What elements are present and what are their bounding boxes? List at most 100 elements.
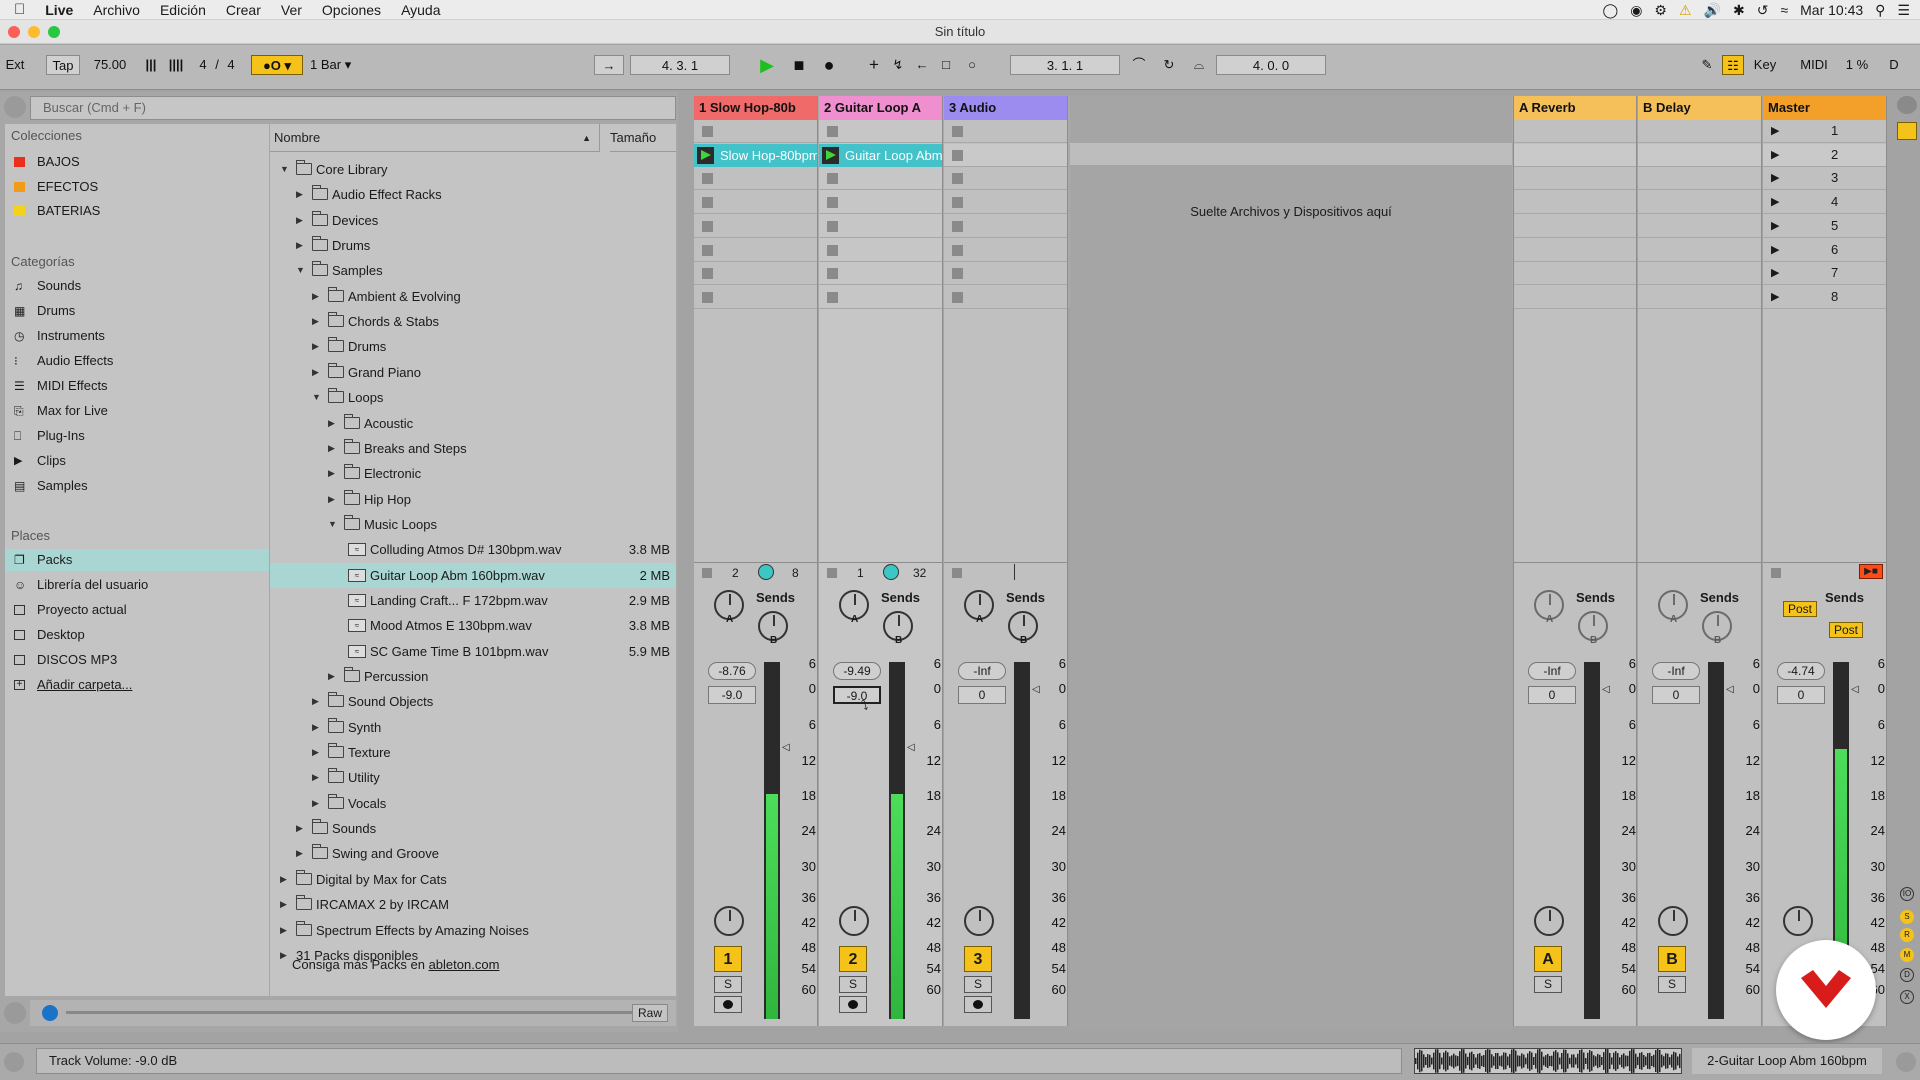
fader-handle-icon[interactable]: ◁	[907, 742, 915, 753]
clip-slot[interactable]	[1638, 120, 1761, 143]
scene-play-icon[interactable]: ▶	[1771, 290, 1779, 303]
return-b-solo-button[interactable]: S	[1658, 976, 1686, 993]
return-b-header[interactable]: B Delay	[1638, 96, 1761, 120]
clip-slot[interactable]	[1514, 215, 1636, 238]
track-1-arm-button[interactable]	[714, 996, 742, 1013]
clip-slot[interactable]	[1514, 191, 1636, 215]
list-icon[interactable]: ☰	[1897, 2, 1910, 19]
track-1-pan-knob[interactable]	[714, 906, 744, 936]
tree-row[interactable]: ▶ Digital by Max for Cats	[270, 867, 676, 892]
file-row[interactable]: ≈ Landing Craft... F 172bpm.wav 2.9 MB	[270, 588, 676, 613]
clip-slot[interactable]	[1638, 191, 1761, 215]
tree-row[interactable]: ▶ Texture	[270, 740, 676, 765]
tree-row[interactable]: ▶ Drums	[270, 334, 676, 359]
clip-slot[interactable]	[694, 120, 817, 143]
scene-launch[interactable]: ▶ 5	[1763, 215, 1886, 238]
computer-midi-keyboard-icon[interactable]: ☷	[1722, 55, 1744, 75]
track-2-activator[interactable]: 2	[839, 946, 867, 972]
menu-edicion[interactable]: Edición	[150, 0, 216, 20]
warning-icon[interactable]: ⚠	[1679, 2, 1692, 19]
key-map-button[interactable]: Key	[1750, 55, 1780, 75]
preview-toggle-icon[interactable]	[4, 1002, 26, 1024]
category-sounds[interactable]: ♫ Sounds	[5, 275, 269, 297]
track-3-header[interactable]: 3 Audio	[944, 96, 1067, 120]
clip-slot[interactable]	[819, 191, 942, 215]
quantize-select[interactable]: 1 Bar ▾	[308, 55, 364, 75]
drop-area[interactable]: Suelte Archivos y Dispositivos aquí	[1070, 96, 1512, 1031]
scene-launch[interactable]: ▶ 2	[1763, 143, 1886, 167]
file-row[interactable]: ≈ Mood Atmos E 130bpm.wav 3.8 MB	[270, 613, 676, 638]
track-1-send-a-knob[interactable]: A	[714, 590, 744, 625]
ableton-link[interactable]: ableton.com	[429, 957, 500, 972]
clip-slot[interactable]	[694, 286, 817, 309]
tree-row[interactable]: ▼ Loops	[270, 385, 676, 410]
clip-slot[interactable]	[694, 215, 817, 238]
preview-headphone-icon[interactable]	[42, 1005, 58, 1021]
scene-play-icon[interactable]: ▶	[1771, 148, 1779, 161]
category-plug-ins[interactable]: ⎕ Plug-Ins	[5, 425, 269, 447]
clip-slot[interactable]	[694, 167, 817, 191]
disclosure-open-icon[interactable]: ▼	[280, 157, 289, 182]
clip-slot[interactable]	[1514, 239, 1636, 262]
master-pan-knob[interactable]	[1783, 906, 1813, 936]
track-2-solo-button[interactable]: S	[839, 976, 867, 993]
tree-row[interactable]: ▼ Core Library	[270, 157, 676, 182]
mixer-toggle-icon[interactable]: M	[1900, 948, 1914, 962]
place-desktop[interactable]: Desktop	[5, 624, 269, 646]
tree-row[interactable]: ▶ Grand Piano	[270, 360, 676, 385]
clip-slot[interactable]	[1514, 262, 1636, 286]
place-current-project[interactable]: Proyecto actual	[5, 599, 269, 621]
clip-slot[interactable]	[1638, 286, 1761, 309]
disclosure-closed-icon[interactable]: ▶	[312, 334, 319, 359]
ext-sync-button[interactable]: Ext	[0, 55, 30, 75]
size-column-header[interactable]: Tamaño	[610, 124, 676, 152]
follow-icon[interactable]: →	[594, 55, 624, 75]
disclosure-closed-icon[interactable]: ▶	[296, 208, 303, 233]
disclosure-closed-icon[interactable]: ▶	[296, 816, 303, 841]
browser-toggle-icon[interactable]	[4, 96, 26, 118]
disclosure-closed-icon[interactable]: ▶	[328, 436, 335, 461]
signature-numerator[interactable]: 4	[196, 55, 210, 75]
disclosure-closed-icon[interactable]: ▶	[328, 664, 335, 689]
return-b-activator[interactable]: B	[1658, 946, 1686, 972]
tree-row[interactable]: ▼ Samples	[270, 258, 676, 283]
place-user-library[interactable]: ☺ Librería del usuario	[5, 574, 269, 596]
clip-slot[interactable]	[819, 120, 942, 143]
return-b-post-button[interactable]: Post	[1829, 622, 1863, 638]
clip[interactable]: Guitar Loop Abm	[819, 143, 942, 167]
midi-map-button[interactable]: MIDI	[1796, 55, 1832, 75]
disclosure-closed-icon[interactable]: ▶	[312, 791, 319, 816]
tree-row[interactable]: ▶ Ambient & Evolving	[270, 284, 676, 309]
disclosure-closed-icon[interactable]: ▶	[280, 892, 287, 917]
add-folder-link[interactable]: + Añadir carpeta...	[5, 674, 269, 696]
clip-slot[interactable]	[694, 239, 817, 262]
track-3-solo-button[interactable]: S	[964, 976, 992, 993]
tree-row[interactable]: ▶ Chords & Stabs	[270, 309, 676, 334]
scene-play-icon[interactable]: ▶	[1771, 195, 1779, 208]
menu-ver[interactable]: Ver	[271, 0, 312, 20]
track-3-volume-field[interactable]: 0	[958, 686, 1006, 704]
volume-icon[interactable]: 🔊	[1704, 2, 1721, 19]
scene-launch[interactable]: ▶ 3	[1763, 167, 1886, 191]
zoom-button[interactable]	[48, 26, 60, 38]
track-3-send-b-knob[interactable]: B	[1008, 611, 1038, 646]
arrangement-position[interactable]: 4. 3. 1	[630, 55, 730, 75]
track-2-pan-knob[interactable]	[839, 906, 869, 936]
track-1-send-b-knob[interactable]: B	[758, 611, 788, 646]
tree-row[interactable]: ▶ Hip Hop	[270, 487, 676, 512]
record-icon[interactable]: ◉	[1630, 2, 1642, 19]
sends-toggle-icon[interactable]: S	[1900, 910, 1914, 924]
name-column-header[interactable]: Nombre ▲	[270, 124, 600, 152]
return-b-volume-field[interactable]: 0	[1652, 686, 1700, 704]
tree-row[interactable]: ▶ Vocals	[270, 791, 676, 816]
file-row[interactable]: ≈ SC Game Time B 101bpm.wav 5.9 MB	[270, 639, 676, 664]
category-clips[interactable]: ▶ Clips	[5, 450, 269, 472]
tree-row[interactable]: ▼ Music Loops	[270, 512, 676, 537]
clip-play-icon[interactable]	[697, 146, 714, 164]
disclosure-open-icon[interactable]: ▼	[328, 512, 337, 537]
category-drums[interactable]: ▦ Drums	[5, 300, 269, 322]
disclosure-closed-icon[interactable]: ▶	[296, 841, 303, 866]
collection-baterias[interactable]: BATERIAS	[5, 200, 269, 222]
tree-row[interactable]: ▶ IRCAMAX 2 by IRCAM	[270, 892, 676, 917]
loop-length-field[interactable]: 4. 0. 0	[1216, 55, 1326, 75]
